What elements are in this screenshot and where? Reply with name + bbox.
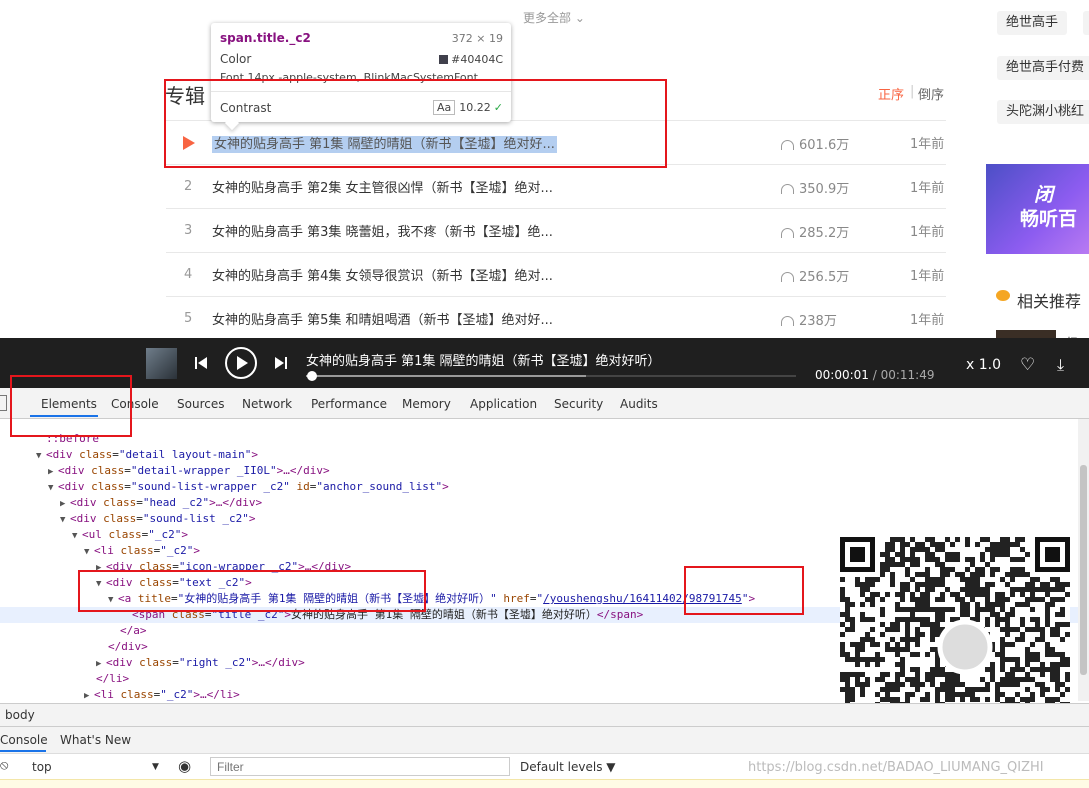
dom-line[interactable]: ▼ <div class="sound-list _c2"> bbox=[60, 511, 255, 527]
context-select[interactable]: top bbox=[32, 760, 52, 774]
track-time: 1年前 bbox=[910, 181, 945, 196]
headphone-icon bbox=[781, 272, 794, 282]
planet-icon bbox=[996, 290, 1010, 301]
dom-line[interactable]: ▶ <div class="detail-wrapper _II0L">…</di… bbox=[48, 463, 330, 479]
play-count: 601.6万 bbox=[781, 134, 849, 153]
dom-line[interactable]: ▶ <div class="head _c2">…</div> bbox=[60, 495, 262, 511]
tooltip-color-label: Color bbox=[220, 52, 252, 66]
track-time: 1年前 bbox=[910, 313, 945, 328]
annotation-box-track bbox=[164, 79, 667, 168]
headphone-icon bbox=[781, 316, 794, 326]
dom-line[interactable]: </li> bbox=[96, 671, 129, 687]
more-all-link[interactable]: 更多全部 ⌄ bbox=[523, 9, 585, 26]
tab-whats-new[interactable]: What's New bbox=[60, 733, 131, 747]
tab-application[interactable]: Application bbox=[470, 397, 537, 411]
dom-line[interactable]: ▶ <li class="_c2">…</li> bbox=[84, 687, 240, 701]
dom-line[interactable]: ▶ <div class="right _c2">…</div> bbox=[96, 655, 305, 671]
elements-scrollbar[interactable] bbox=[1078, 419, 1089, 701]
tag-item[interactable]: 绝世高手付费 bbox=[997, 56, 1089, 80]
heart-icon[interactable]: ♡ bbox=[1020, 355, 1035, 375]
active-drawer-tab-indicator bbox=[0, 750, 46, 752]
previous-icon[interactable] bbox=[195, 357, 207, 369]
tab-sources[interactable]: Sources bbox=[177, 397, 224, 411]
audio-player-bar: 女神的贴身高手 第1集 隔壁的晴姐（新书【圣墟】绝对好听） 00:00:01 /… bbox=[0, 338, 1089, 388]
clear-console-icon[interactable]: ⦸ bbox=[0, 758, 8, 773]
track-title[interactable]: 女神的贴身高手 第4集 女领导很赏识（新书【圣墟】绝对... bbox=[212, 265, 553, 284]
scrollbar-thumb[interactable] bbox=[1080, 465, 1087, 675]
player-time: 00:00:01 / 00:11:49 bbox=[815, 368, 935, 382]
tag-item[interactable]: 头陀渊小桃红 bbox=[997, 100, 1089, 124]
breadcrumb: body bbox=[0, 703, 1089, 726]
sort-separator: | bbox=[910, 84, 915, 99]
context-dropdown-icon[interactable]: ▼ bbox=[152, 762, 159, 772]
play-count: 238万 bbox=[781, 310, 837, 329]
inspect-icon[interactable] bbox=[0, 395, 7, 411]
track-title[interactable]: 女神的贴身高手 第2集 女主管很凶悍（新书【圣墟】绝对... bbox=[212, 177, 553, 196]
tab-memory[interactable]: Memory bbox=[402, 397, 451, 411]
player-title: 女神的贴身高手 第1集 隔壁的晴姐（新书【圣墟】绝对好听） bbox=[306, 354, 661, 369]
chevron-down-icon: ⌄ bbox=[574, 11, 585, 25]
filter-field[interactable] bbox=[210, 757, 510, 776]
sort-asc-button[interactable]: 正序 bbox=[878, 84, 904, 103]
dom-line[interactable]: ▼ <div class="detail layout-main"> bbox=[36, 447, 258, 463]
tooltip-selector: span.title._c2 bbox=[220, 31, 311, 45]
play-button[interactable] bbox=[225, 347, 257, 379]
tab-security[interactable]: Security bbox=[554, 397, 603, 411]
track-time: 1年前 bbox=[910, 269, 945, 284]
dom-line[interactable]: ▼ <li class="_c2"> bbox=[84, 543, 200, 559]
play-icon bbox=[237, 356, 248, 370]
track-row[interactable]: 5 女神的贴身高手 第5集 和晴姐喝酒（新书【圣墟】绝对好... 238万 1年… bbox=[166, 296, 946, 341]
color-swatch-icon bbox=[439, 55, 449, 64]
track-number: 4 bbox=[184, 267, 193, 282]
speed-button[interactable]: x 1.0 bbox=[966, 357, 1001, 373]
dom-line[interactable]: </a> bbox=[120, 623, 147, 639]
tab-network[interactable]: Network bbox=[242, 397, 292, 411]
tab-performance[interactable]: Performance bbox=[311, 397, 387, 411]
progress-handle[interactable] bbox=[306, 371, 317, 381]
track-title[interactable]: 女神的贴身高手 第5集 和晴姐喝酒（新书【圣墟】绝对好... bbox=[212, 309, 553, 328]
related-title: 相关推荐 bbox=[1017, 292, 1082, 311]
promo-banner[interactable]: 闭 畅听百 bbox=[986, 164, 1089, 254]
tag-item-partial[interactable] bbox=[1083, 11, 1089, 35]
track-time: 1年前 bbox=[910, 225, 945, 240]
track-number: 2 bbox=[184, 179, 193, 194]
player-cover[interactable] bbox=[146, 348, 177, 379]
track-number: 5 bbox=[184, 311, 193, 326]
drawer-tabbar: Console What's New bbox=[0, 726, 1089, 753]
tag-item[interactable]: 绝世高手 bbox=[997, 11, 1068, 35]
download-icon[interactable]: ⤓ bbox=[1057, 355, 1064, 375]
eye-icon[interactable]: ◉ bbox=[178, 757, 191, 775]
play-count: 256.5万 bbox=[781, 266, 849, 285]
dom-line[interactable]: </div> bbox=[108, 639, 148, 655]
annotation-box-elements-tab bbox=[10, 375, 132, 437]
devtools-tabbar: Elements Console Sources Network Perform… bbox=[0, 388, 1089, 419]
tooltip-color-value: #40404C bbox=[439, 53, 503, 66]
tab-drawer-console[interactable]: Console bbox=[0, 733, 48, 747]
headphone-icon bbox=[781, 228, 794, 238]
track-time: 1年前 bbox=[910, 137, 945, 152]
track-row[interactable]: 3 女神的贴身高手 第3集 晓蕾姐，我不疼（新书【圣墟】绝... 285.2万 … bbox=[166, 208, 946, 253]
breadcrumb-body[interactable]: body bbox=[5, 708, 35, 722]
track-number: 3 bbox=[184, 223, 193, 238]
dom-line[interactable]: ▼ <div class="sound-list-wrapper _c2" id=… bbox=[48, 479, 449, 495]
watermark: https://blog.csdn.net/BADAO_LIUMANG_QIZH… bbox=[748, 760, 1044, 775]
track-title[interactable]: 女神的贴身高手 第3集 晓蕾姐，我不疼（新书【圣墟】绝... bbox=[212, 221, 553, 240]
dom-line[interactable]: ▼ <ul class="_c2"> bbox=[72, 527, 188, 543]
headphone-icon bbox=[781, 140, 794, 150]
annotation-box-title-attr bbox=[78, 570, 426, 612]
tab-audits[interactable]: Audits bbox=[620, 397, 658, 411]
progress-buffer bbox=[306, 375, 586, 377]
annotation-box-href bbox=[684, 566, 804, 615]
headphone-icon bbox=[781, 184, 794, 194]
tooltip-size: 372 × 19 bbox=[451, 32, 503, 45]
track-row[interactable]: 4 女神的贴身高手 第4集 女领导很赏识（新书【圣墟】绝对... 256.5万 … bbox=[166, 252, 946, 297]
levels-select[interactable]: Default levels ▼ bbox=[520, 760, 616, 774]
next-icon[interactable] bbox=[275, 357, 287, 369]
play-count: 285.2万 bbox=[781, 222, 849, 241]
sort-desc-button[interactable]: 倒序 bbox=[918, 84, 944, 103]
filter-input[interactable] bbox=[211, 758, 509, 775]
track-row[interactable]: 2 女神的贴身高手 第2集 女主管很凶悍（新书【圣墟】绝对... 350.9万 … bbox=[166, 164, 946, 209]
play-count: 350.9万 bbox=[781, 178, 849, 197]
